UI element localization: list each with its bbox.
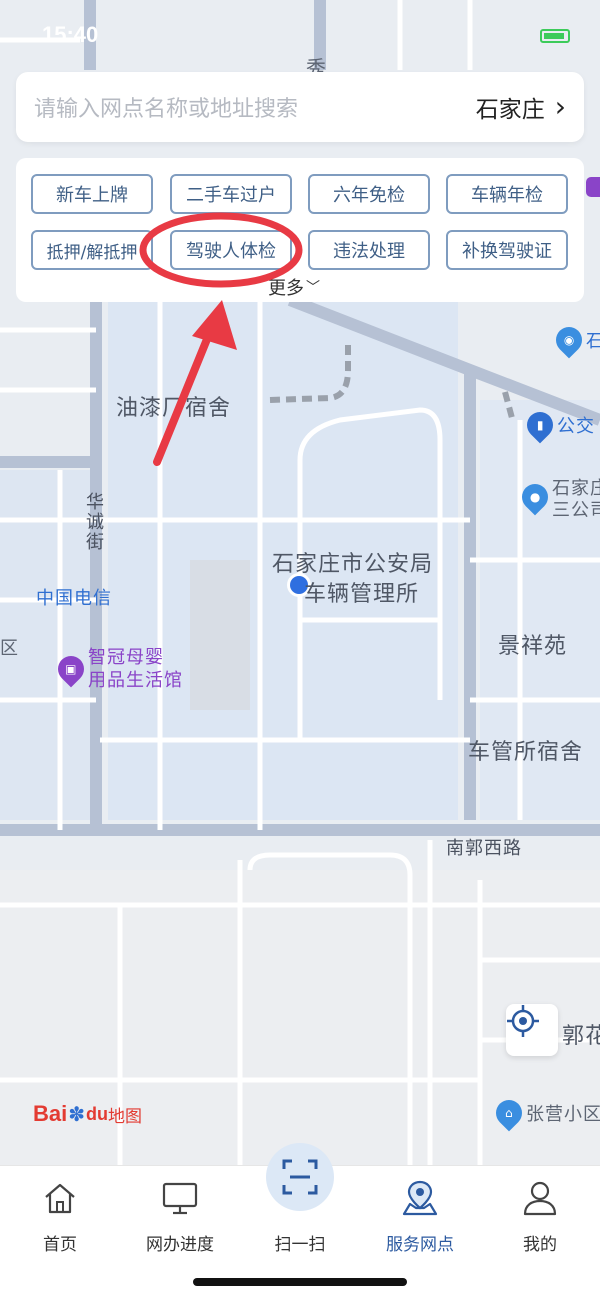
location-pin-icon: ● xyxy=(516,478,554,516)
service-violation[interactable]: 违法处理 xyxy=(308,230,430,270)
map-location-icon xyxy=(402,1180,438,1216)
map-label-nanguo-road: 南郭西路 xyxy=(446,838,522,859)
map-label-jingxiang[interactable]: 景祥苑 xyxy=(498,628,567,660)
poi-zhangying-label: 张营小区 xyxy=(526,1104,600,1125)
map-label-cheguan[interactable]: 车管所宿舍 xyxy=(468,734,583,766)
home-indicator xyxy=(193,1278,407,1286)
tab-progress-label: 网办进度 xyxy=(146,1235,214,1255)
poi-muying[interactable]: ▣ 智冠母婴 用品生活馆 xyxy=(52,646,183,692)
service-mortgage[interactable]: 抵押/解抵押 xyxy=(31,230,153,270)
poi-shi-edge[interactable]: ◉ 石 xyxy=(550,321,600,359)
service-driver-physical[interactable]: 驾驶人体检 xyxy=(170,230,292,270)
poi-sanmu[interactable]: ● 石家庄 三公司 xyxy=(516,478,600,522)
more-services-toggle[interactable]: 更多 ﹀ xyxy=(268,274,320,300)
tab-home-label: 首页 xyxy=(43,1235,77,1255)
map-label-youqi[interactable]: 油漆厂宿舍 xyxy=(116,390,231,422)
service-category-panel: 新车上牌 二手车过户 六年免检 车辆年检 抵押/解抵押 驾驶人体检 违法处理 补… xyxy=(16,158,584,302)
logo-text-ditu: 地图 xyxy=(108,1106,143,1126)
paw-icon: ✽ xyxy=(68,1103,86,1126)
poi-muying-line1: 智冠母婴 xyxy=(88,647,164,668)
monitor-icon xyxy=(162,1182,198,1215)
map-label-guohua: 郭花 xyxy=(562,1024,600,1049)
fuel-pin-icon: ▮ xyxy=(521,406,559,444)
tab-progress[interactable]: 网办进度 xyxy=(120,1176,240,1255)
map-label-huacheng-street: 华诚街 xyxy=(83,492,104,552)
tab-scan-label: 扫一扫 xyxy=(274,1235,326,1255)
crosshair-icon xyxy=(507,1005,539,1037)
logo-text-bai: Bai xyxy=(33,1101,68,1126)
service-used-car-transfer[interactable]: 二手车过户 xyxy=(170,174,292,214)
map-label-police-2[interactable]: 车辆管理所 xyxy=(304,576,419,608)
city-label: 石家庄 xyxy=(475,97,545,123)
poi-sanmu-line1: 石家庄 xyxy=(552,478,600,499)
user-icon xyxy=(523,1181,557,1216)
search-bar[interactable]: 请输入网点名称或地址搜索 石家庄 › xyxy=(16,72,584,142)
poi-zhangying[interactable]: ⌂ 张营小区 xyxy=(490,1094,600,1132)
locate-me-button[interactable] xyxy=(506,1004,558,1056)
scan-icon xyxy=(282,1159,318,1195)
status-time: 15:40 xyxy=(42,22,99,47)
service-new-car-plate[interactable]: 新车上牌 xyxy=(31,174,153,214)
residence-pin-icon: ⌂ xyxy=(490,1094,528,1132)
tab-service-points-label: 服务网点 xyxy=(386,1235,454,1255)
poi-bus-gas[interactable]: ▮ 公交 xyxy=(521,406,595,444)
poi-shi-label: 石 xyxy=(586,331,600,352)
map-label-qu: 区 xyxy=(0,638,19,659)
chevron-right-icon: › xyxy=(554,90,566,123)
baidu-map-logo: Bai ✽ du 地图 xyxy=(33,1101,142,1127)
tab-mine-label: 我的 xyxy=(523,1235,557,1255)
more-label: 更多 xyxy=(268,278,304,299)
poi-muying-line2: 用品生活馆 xyxy=(88,670,183,691)
shop-pin-icon: ▣ xyxy=(52,650,90,688)
search-input[interactable]: 请输入网点名称或地址搜索 xyxy=(34,91,476,123)
scan-button[interactable] xyxy=(266,1143,334,1211)
poi-bus-label: 公交 xyxy=(557,416,595,437)
battery-icon xyxy=(540,29,570,43)
map-label-telecom[interactable]: 中国电信 xyxy=(36,584,112,610)
city-selector[interactable]: 石家庄 › xyxy=(476,90,566,124)
map-label-police-1[interactable]: 石家庄市公安局 xyxy=(272,546,433,578)
poi-sanmu-line2: 三公司 xyxy=(552,500,600,521)
car-pin-icon: ◉ xyxy=(550,321,588,359)
logo-text-du: du xyxy=(86,1103,109,1124)
tab-home[interactable]: 首页 xyxy=(0,1176,120,1255)
home-icon xyxy=(45,1183,75,1214)
shop-badge-icon xyxy=(586,177,600,197)
chevron-down-icon: ﹀ xyxy=(306,280,320,296)
service-license-replace[interactable]: 补换驾驶证 xyxy=(446,230,568,270)
tab-mine[interactable]: 我的 xyxy=(480,1176,600,1255)
service-annual-inspection[interactable]: 车辆年检 xyxy=(446,174,568,214)
tab-service-points[interactable]: 服务网点 xyxy=(360,1176,480,1255)
service-six-year-exempt[interactable]: 六年免检 xyxy=(308,174,430,214)
